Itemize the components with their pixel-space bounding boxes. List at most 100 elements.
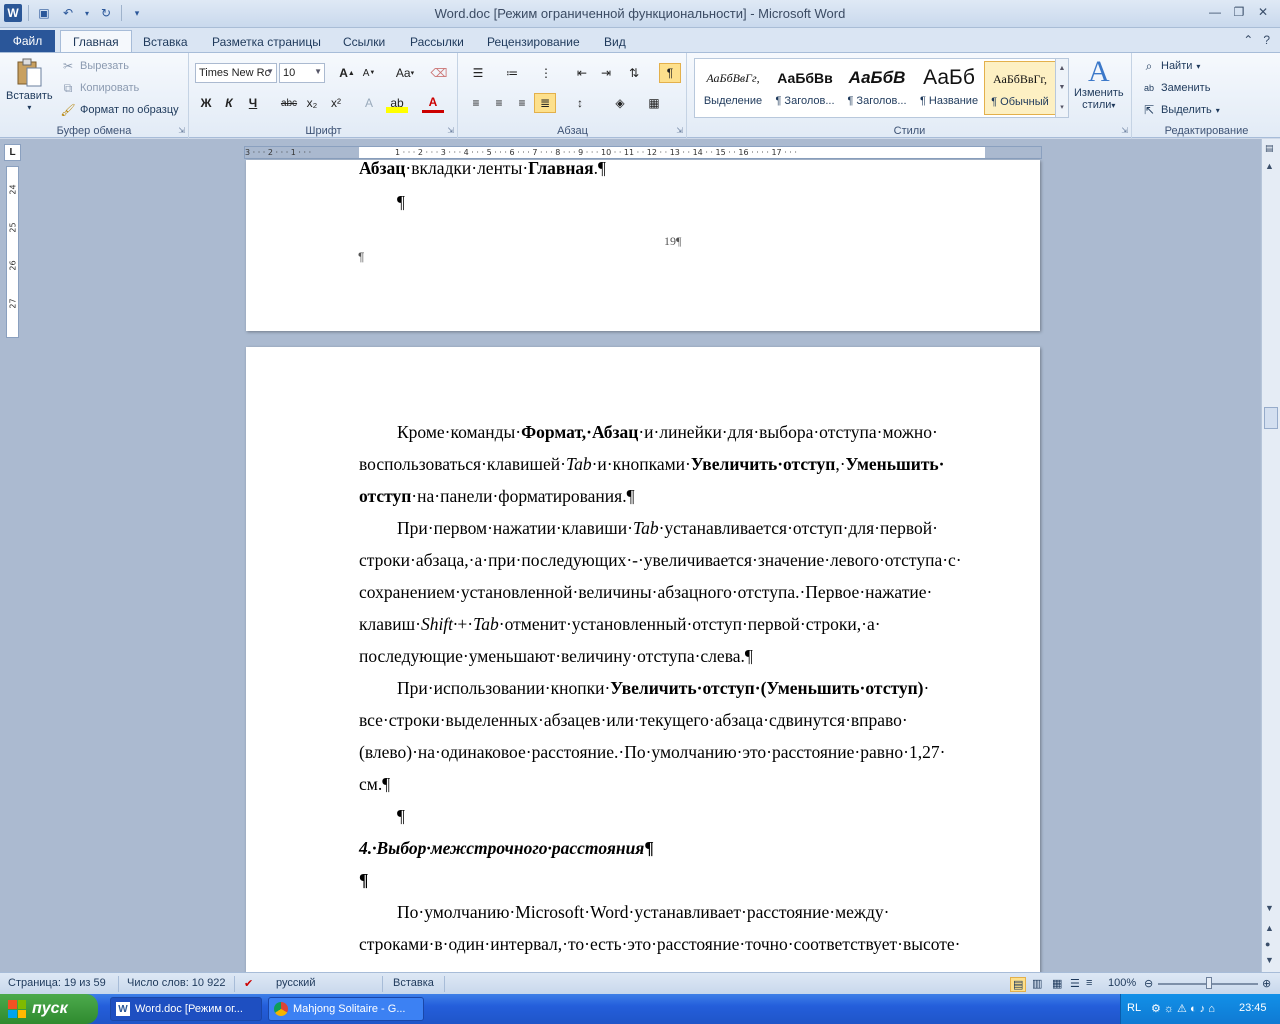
superscript-button[interactable]: x² <box>325 93 347 113</box>
italic-button[interactable]: К <box>218 93 240 113</box>
numbering-icon[interactable]: ≔ <box>501 63 523 83</box>
paste-button[interactable]: Вставить ▾ <box>6 57 53 112</box>
line-spacing-icon[interactable]: ↕ <box>569 93 591 113</box>
tab-file[interactable]: Файл <box>0 30 55 52</box>
tab-references[interactable]: Ссылки <box>331 32 397 52</box>
scroll-down-icon[interactable]: ▼ <box>1059 84 1066 91</box>
style-title[interactable]: АаБб ¶ Название <box>913 61 985 115</box>
align-right-icon[interactable]: ≡ <box>511 93 533 113</box>
tab-insert[interactable]: Вставка <box>131 32 200 52</box>
page1-line1: Абзац·вкладки·ленты·Главная.¶ <box>359 158 606 179</box>
insert-mode[interactable]: Вставка <box>393 977 434 989</box>
bold-button[interactable]: Ж <box>195 93 217 113</box>
change-styles-button[interactable]: A Изменить стили▾ <box>1074 57 1124 112</box>
scrollbar-thumb[interactable] <box>1264 407 1278 429</box>
borders-icon[interactable]: ▦ <box>643 93 665 113</box>
web-layout-icon[interactable]: ▦ <box>1052 977 1062 990</box>
font-name-combo[interactable]: Times New Rc ▼ <box>195 63 277 83</box>
page-count[interactable]: Страница: 19 из 59 <box>8 977 106 989</box>
more-icon[interactable]: ▾ <box>1060 103 1064 111</box>
subscript-button[interactable]: x₂ <box>301 93 323 113</box>
clear-formatting-icon[interactable]: ⌫ <box>428 63 450 83</box>
find-button[interactable]: ⌕ Найти ▾ <box>1141 58 1201 74</box>
ruler-view-icon[interactable]: ▤ <box>1265 143 1274 154</box>
copy-button[interactable]: ⧉ Копировать <box>60 80 140 96</box>
dialog-launcher-icon[interactable]: ⇲ <box>1121 126 1128 135</box>
clock[interactable]: 23:45 <box>1239 1002 1267 1014</box>
zoom-in-icon[interactable]: ⊕ <box>1262 977 1271 990</box>
ruler-tick: 26 <box>8 260 18 271</box>
ribbon-tabs: Файл Главная Вставка Разметка страницы С… <box>0 28 1280 53</box>
dialog-launcher-icon[interactable]: ⇲ <box>447 126 454 135</box>
minimize-icon[interactable]: — <box>1206 4 1224 20</box>
styles-gallery-scroll[interactable]: ▲ ▼ ▾ <box>1055 58 1069 118</box>
tray-icons[interactable]: ⚙ ☼ ⚠ ◐ ♪ ⌂ <box>1151 1002 1215 1015</box>
next-page-icon[interactable]: ▼ <box>1265 955 1274 965</box>
tab-view[interactable]: Вид <box>592 32 638 52</box>
style-normal[interactable]: АаБбВвГг, ¶ Обычный <box>984 61 1056 115</box>
shrink-font-button[interactable]: A ▼ <box>358 63 380 83</box>
browse-object-icon[interactable]: ● <box>1265 939 1270 949</box>
taskbar-item-word[interactable]: W Word.doc [Режим ог... <box>110 997 262 1021</box>
align-left-icon[interactable]: ≡ <box>465 93 487 113</box>
taskbar-item-chrome[interactable]: Mahjong Solitaire - G... <box>268 997 424 1021</box>
show-formatting-marks-icon[interactable]: ¶ <box>659 63 681 83</box>
underline-button[interactable]: Ч <box>242 93 264 113</box>
tab-selector-button[interactable]: L <box>4 144 21 161</box>
word-count[interactable]: Число слов: 10 922 <box>127 977 225 989</box>
text-effects-icon[interactable]: A <box>358 93 380 113</box>
minimize-ribbon-icon[interactable]: ⌃ <box>1243 33 1253 47</box>
font-size-combo[interactable]: 10 ▼ <box>279 63 325 83</box>
vertical-ruler[interactable]: 24 25 26 27 <box>6 166 19 338</box>
tab-review[interactable]: Рецензирование <box>475 32 592 52</box>
print-layout-icon[interactable]: ▤ <box>1010 977 1027 992</box>
zoom-level[interactable]: 100% <box>1108 977 1136 989</box>
bullets-icon[interactable]: ☰ <box>467 63 489 83</box>
scroll-down-icon[interactable]: ▼ <box>1265 903 1274 913</box>
proofing-icon[interactable]: ✔ <box>244 977 253 990</box>
dialog-launcher-icon[interactable]: ⇲ <box>178 126 185 135</box>
vertical-scrollbar[interactable]: ▤ ▲ ▼ ▲ ● ▼ <box>1261 139 1280 972</box>
language[interactable]: русский <box>276 977 315 989</box>
style-heading1[interactable]: АаБбВв ¶ Заголов... <box>769 61 841 115</box>
full-screen-reading-icon[interactable]: ▥ <box>1032 977 1042 990</box>
start-button[interactable]: пуск <box>0 994 98 1024</box>
strikethrough-button[interactable]: abc <box>278 93 300 113</box>
align-center-icon[interactable]: ≡ <box>488 93 510 113</box>
zoom-slider-thumb[interactable] <box>1206 977 1212 989</box>
language-indicator[interactable]: RL <box>1127 1002 1141 1014</box>
cut-button[interactable]: ✂ Вырезать <box>60 58 129 74</box>
help-icon[interactable]: ? <box>1263 33 1270 47</box>
previous-page-icon[interactable]: ▲ <box>1265 923 1274 933</box>
outline-icon[interactable]: ☰ <box>1070 977 1080 990</box>
chevron-down-icon: ▼ <box>314 67 322 76</box>
paste-dropdown-icon[interactable]: ▾ <box>27 103 31 112</box>
scroll-up-icon[interactable]: ▲ <box>1265 161 1274 171</box>
font-color-icon[interactable]: A <box>422 93 444 113</box>
select-button[interactable]: ⇱ Выделить ▾ <box>1141 102 1220 118</box>
decrease-indent-icon[interactable]: ⇤ <box>571 63 593 83</box>
multilevel-list-icon[interactable]: ⋮ <box>535 63 557 83</box>
format-painter-button[interactable]: 🖌 Формат по образцу <box>60 102 178 118</box>
tab-page-layout[interactable]: Разметка страницы <box>200 32 333 52</box>
close-icon[interactable]: ✕ <box>1254 4 1272 20</box>
highlight-icon[interactable]: ab <box>386 93 408 113</box>
replace-button[interactable]: ab Заменить <box>1141 80 1210 96</box>
tab-mailings[interactable]: Рассылки <box>398 32 476 52</box>
tab-home[interactable]: Главная <box>60 30 132 53</box>
scroll-up-icon[interactable]: ▲ <box>1059 65 1066 72</box>
paragraph-group: ☰ ≔ ⋮ ⇤ ⇥ ⇅ ¶ ≡ ≡ ≡ ≣ ↕ ◈ ▦ Абзац ⇲ <box>459 53 687 139</box>
dialog-launcher-icon[interactable]: ⇲ <box>676 126 683 135</box>
increase-indent-icon[interactable]: ⇥ <box>595 63 617 83</box>
change-case-button[interactable]: Aa ▾ <box>390 63 420 83</box>
justify-icon[interactable]: ≣ <box>534 93 556 113</box>
maximize-icon[interactable]: ❐ <box>1230 4 1248 20</box>
task-label: Mahjong Solitaire - G... <box>293 1003 406 1015</box>
style-heading2[interactable]: АаБбВ ¶ Заголов... <box>841 61 913 115</box>
draft-icon[interactable]: ≡ <box>1086 977 1092 989</box>
shading-icon[interactable]: ◈ <box>609 93 631 113</box>
style-emphasis[interactable]: АаБбВвГг, Выделение <box>697 61 769 115</box>
sort-icon[interactable]: ⇅ <box>623 63 645 83</box>
grow-font-button[interactable]: A ▲ <box>336 63 358 83</box>
zoom-out-icon[interactable]: ⊖ <box>1144 977 1153 990</box>
